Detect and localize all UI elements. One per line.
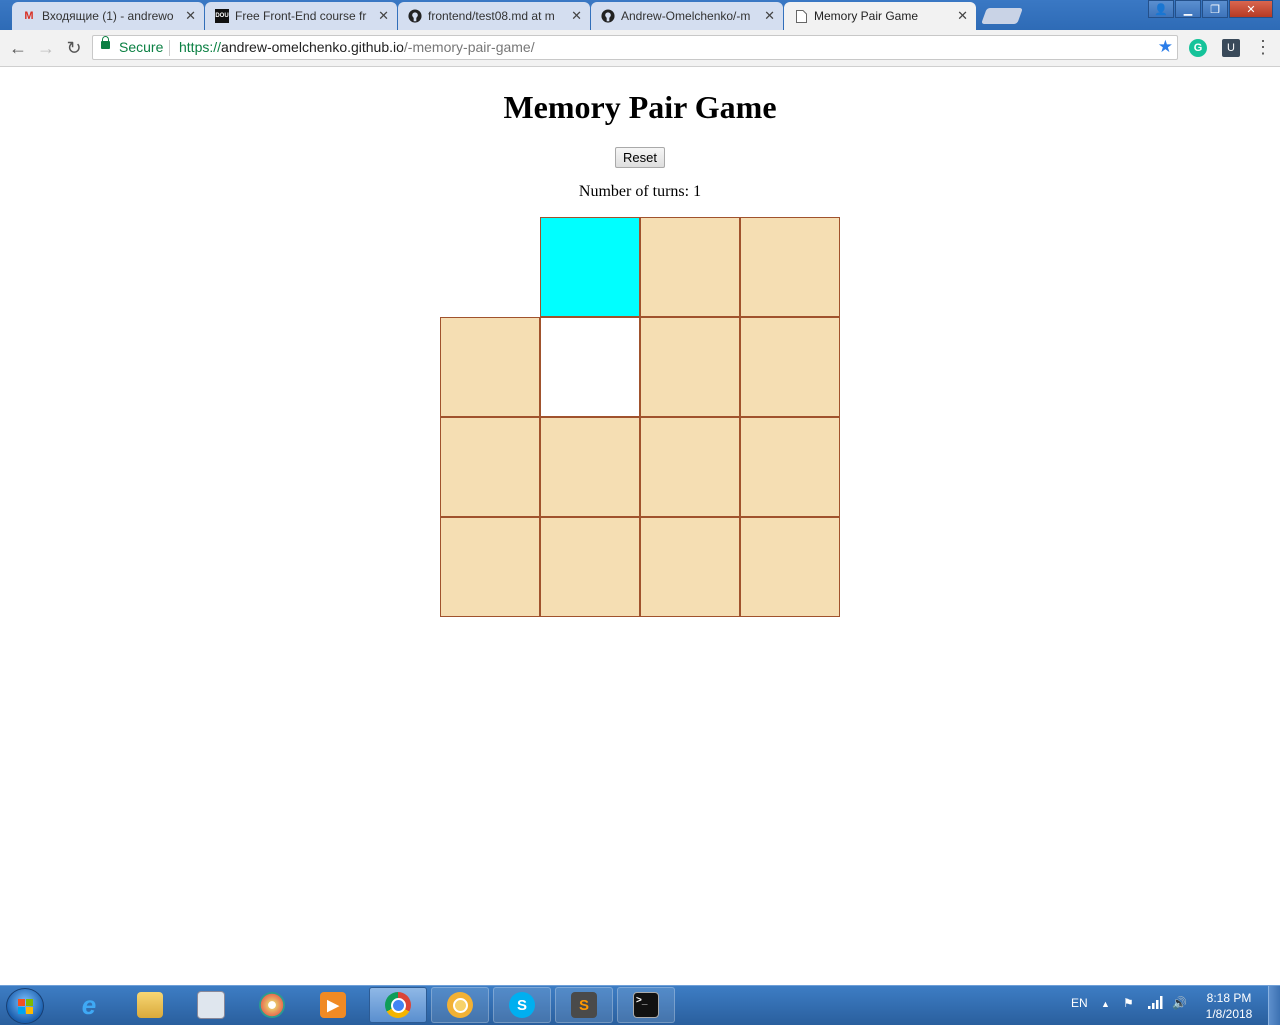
tab-github-repo[interactable]: Andrew-Omelchenko/-m ✕ — [591, 2, 783, 30]
tab-title: Free Front-End course fr — [235, 9, 367, 23]
new-tab-button[interactable] — [981, 8, 1023, 24]
bookmark-star-icon[interactable]: ★ — [1158, 37, 1173, 57]
clock-date: 1/8/2018 — [1205, 1007, 1253, 1021]
taskbar-skype[interactable]: S — [493, 987, 551, 1023]
tab-title: Andrew-Omelchenko/-m — [621, 9, 751, 23]
file-explorer-icon — [137, 992, 163, 1018]
extension-icon[interactable]: U — [1222, 39, 1240, 57]
url-text[interactable]: https://andrew-omelchenko.github.io/-mem… — [179, 39, 535, 55]
page-icon — [794, 9, 808, 23]
card-closed[interactable] — [740, 217, 840, 317]
close-icon[interactable]: ✕ — [185, 8, 196, 24]
menu-icon[interactable]: ⋮ — [1254, 38, 1272, 57]
game-board — [440, 217, 842, 619]
close-icon[interactable]: ✕ — [571, 8, 582, 24]
tab-memory-pair-game[interactable]: Memory Pair Game ✕ — [784, 2, 976, 30]
window-close-icon[interactable]: ✕ — [1229, 0, 1273, 18]
action-center-flag-icon[interactable]: ⚑ — [1123, 996, 1134, 1010]
media-player-icon: ▶ — [320, 992, 346, 1018]
card-closed[interactable] — [640, 317, 740, 417]
card-closed[interactable] — [640, 417, 740, 517]
user-profile-icon[interactable]: 👤 — [1148, 0, 1174, 18]
minimize-icon[interactable]: ▁ — [1175, 0, 1201, 18]
card-closed[interactable] — [740, 317, 840, 417]
terminal-icon: >_ — [633, 992, 659, 1018]
close-icon[interactable]: ✕ — [378, 8, 389, 24]
tab-dou[interactable]: DOU Free Front-End course fr ✕ — [205, 2, 397, 30]
grammarly-icon[interactable]: G — [1189, 39, 1207, 57]
network-signal-icon[interactable] — [1148, 996, 1164, 1012]
gmail-icon: M — [24, 10, 34, 22]
github-icon — [601, 9, 615, 23]
close-icon[interactable]: ✕ — [764, 8, 775, 24]
tab-title: frontend/test08.md at m — [428, 9, 555, 23]
back-icon[interactable]: ← — [8, 38, 28, 58]
browser-tab-strip: M Входящие (1) - andrewo ✕ DOU Free Fron… — [0, 0, 1280, 30]
tab-github-frontend[interactable]: frontend/test08.md at m ✕ — [398, 2, 590, 30]
show-hidden-icons[interactable]: ▲ — [1101, 999, 1110, 1009]
card-closed[interactable] — [440, 317, 540, 417]
taskbar-sublime-text[interactable]: S — [555, 987, 613, 1023]
forward-icon[interactable]: → — [36, 38, 56, 58]
card-closed[interactable] — [740, 517, 840, 617]
chrome-canary-icon — [447, 992, 473, 1018]
page-content: Memory Pair Game Reset Number of turns: … — [0, 67, 1280, 985]
tab-title: Memory Pair Game — [814, 9, 919, 23]
card-closed[interactable] — [440, 517, 540, 617]
taskbar-internet-explorer[interactable]: e — [60, 987, 118, 1023]
divider — [169, 40, 170, 56]
language-indicator[interactable]: EN — [1071, 996, 1088, 1010]
card-empty — [440, 217, 540, 317]
card-closed[interactable] — [540, 417, 640, 517]
calculator-icon — [197, 991, 225, 1019]
tab-gmail[interactable]: M Входящие (1) - andrewo ✕ — [12, 2, 204, 30]
url-host: andrew-omelchenko.github.io — [221, 39, 404, 55]
taskbar-media-player[interactable]: ▶ — [304, 987, 362, 1023]
card-closed[interactable] — [740, 417, 840, 517]
url-scheme: https:// — [179, 39, 222, 55]
url-path: /-memory-pair-game/ — [403, 39, 535, 55]
turn-counter: Number of turns: 1 — [578, 183, 702, 200]
paint-icon — [259, 992, 285, 1018]
card-closed[interactable] — [540, 517, 640, 617]
close-icon[interactable]: ✕ — [957, 8, 968, 24]
card-closed[interactable] — [440, 417, 540, 517]
show-desktop-button[interactable] — [1268, 986, 1280, 1025]
address-bar[interactable]: Secure https://andrew-omelchenko.github.… — [92, 35, 1178, 60]
system-clock[interactable]: 8:18 PM 1/8/2018 — [1196, 990, 1262, 1022]
internet-explorer-icon: e — [81, 989, 97, 1020]
card-closed[interactable] — [640, 517, 740, 617]
taskbar-file-explorer[interactable] — [121, 987, 179, 1023]
card-pair — [540, 317, 640, 417]
github-icon — [408, 9, 422, 23]
skype-icon: S — [509, 992, 535, 1018]
secure-label: Secure — [119, 39, 164, 55]
taskbar-terminal[interactable]: >_ — [617, 987, 675, 1023]
reload-icon[interactable]: ↻ — [64, 38, 84, 58]
reset-button[interactable]: Reset — [615, 147, 665, 168]
chrome-icon — [385, 992, 411, 1018]
page-title: Memory Pair Game — [503, 89, 777, 125]
taskbar-chrome[interactable] — [369, 987, 427, 1023]
volume-icon[interactable]: 🔊 — [1172, 996, 1187, 1010]
sublime-text-icon: S — [571, 992, 597, 1018]
card-open — [540, 217, 640, 317]
taskbar-paint[interactable] — [243, 987, 301, 1023]
card-closed[interactable] — [640, 217, 740, 317]
restore-icon[interactable]: ❐ — [1202, 0, 1228, 18]
windows-taskbar: e ▶ S S >_ EN ▲ ⚑ 🔊 8:18 PM 1/8/2018 — [0, 985, 1280, 1025]
browser-toolbar: ← → ↻ Secure https://andrew-omelchenko.g… — [0, 30, 1280, 67]
taskbar-calculator[interactable] — [182, 987, 240, 1023]
dou-icon: DOU — [215, 9, 229, 23]
taskbar-chrome-canary[interactable] — [431, 987, 489, 1023]
windows-logo-icon — [18, 999, 34, 1015]
lock-icon — [101, 36, 110, 49]
tab-title: Входящие (1) - andrewo — [42, 9, 174, 23]
clock-time: 8:18 PM — [1206, 991, 1252, 1005]
start-button[interactable] — [6, 988, 44, 1024]
